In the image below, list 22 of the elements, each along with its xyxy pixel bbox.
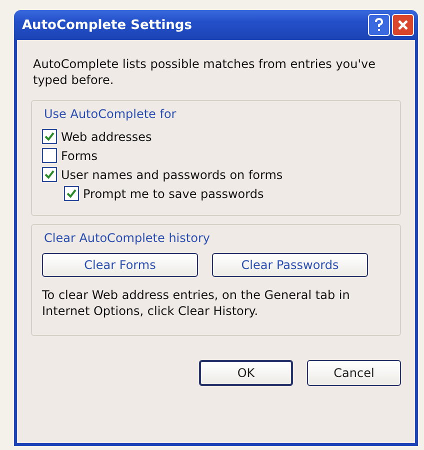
checkbox-label[interactable]: Forms bbox=[61, 148, 98, 162]
group-title: Clear AutoComplete history bbox=[44, 231, 211, 245]
help-icon[interactable] bbox=[368, 14, 390, 36]
close-icon[interactable] bbox=[392, 14, 414, 36]
checkbox[interactable] bbox=[42, 129, 57, 144]
checkbox[interactable] bbox=[42, 148, 57, 163]
checkbox[interactable] bbox=[42, 167, 57, 182]
group-title: Use AutoComplete for bbox=[44, 107, 178, 121]
checkbox[interactable] bbox=[64, 186, 79, 201]
checkmark-icon bbox=[44, 169, 55, 180]
cancel-button[interactable]: Cancel bbox=[307, 360, 401, 386]
window-title: AutoComplete Settings bbox=[22, 18, 193, 32]
description-text: AutoComplete lists possible matches from entries you've typed before. bbox=[33, 56, 377, 88]
checkbox-label[interactable]: Web addresses bbox=[61, 130, 152, 144]
checkbox-label[interactable]: Prompt me to save passwords bbox=[83, 186, 264, 200]
checkmark-icon bbox=[66, 188, 77, 199]
ok-button[interactable]: OK bbox=[199, 360, 293, 386]
clear-button[interactable]: Clear Passwords bbox=[212, 253, 368, 277]
clear-button[interactable]: Clear Forms bbox=[42, 253, 198, 277]
note-text: To clear Web address entries, on the General tab in Internet Options, click Clear History. bbox=[42, 287, 351, 319]
checkbox-label[interactable]: User names and passwords on forms bbox=[61, 168, 283, 182]
checkmark-icon bbox=[44, 131, 55, 142]
